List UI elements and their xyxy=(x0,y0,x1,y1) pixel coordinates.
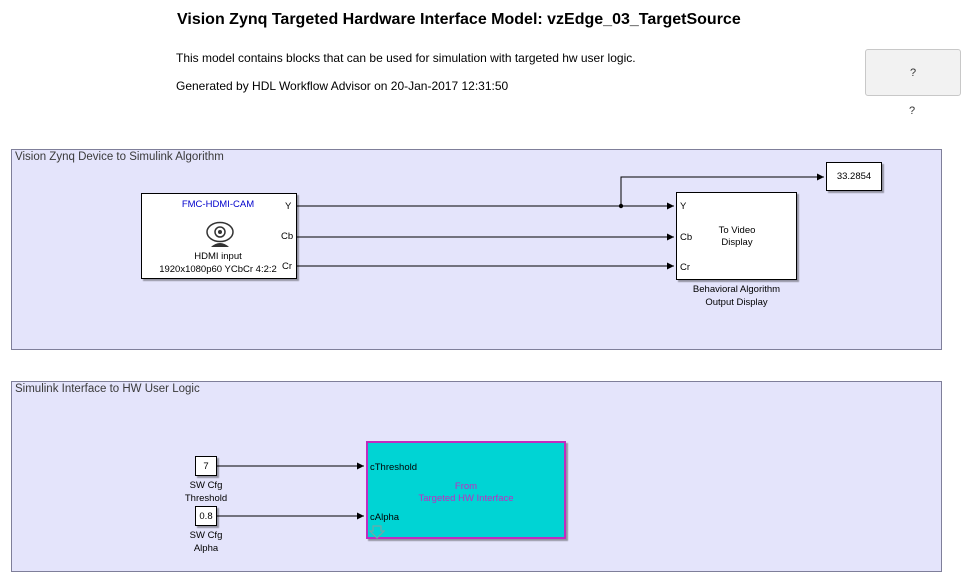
down-arrow-icon xyxy=(369,525,385,539)
input-port-cr: Cr xyxy=(680,262,691,273)
threshold-constant-block[interactable]: 7 xyxy=(195,456,217,476)
video-display-block[interactable]: Y Cb Cr To Video Display xyxy=(676,192,797,280)
threshold-value: 7 xyxy=(203,460,209,472)
output-port-cb: Cb xyxy=(281,231,294,242)
alpha-constant-block[interactable]: 0.8 xyxy=(195,506,217,526)
input-port-cthreshold: cThreshold xyxy=(370,462,417,473)
display-label-line2: Display xyxy=(721,237,753,248)
source-block-name: FMC-HDMI-CAM xyxy=(181,199,255,210)
input-port-calpha: cAlpha xyxy=(370,512,400,523)
display-caption-line2: Output Display xyxy=(705,297,768,308)
input-port-cb: Cb xyxy=(680,232,693,243)
alpha-caption-line2: Alpha xyxy=(193,543,219,554)
alpha-caption-line1: SW Cfg xyxy=(189,530,223,541)
threshold-caption-line2: Threshold xyxy=(184,493,228,504)
alpha-value: 0.8 xyxy=(199,510,213,522)
camera-icon xyxy=(206,221,234,247)
display-label-line1: To Video xyxy=(718,225,756,236)
threshold-caption-line1: SW Cfg xyxy=(189,480,223,491)
targeted-hw-interface-block[interactable]: cThreshold cAlpha From Targeted HW Inter… xyxy=(366,441,566,539)
hdmi-source-block[interactable]: FMC-HDMI-CAM HDMI input 1920x1080p60 YCb… xyxy=(141,193,297,279)
scope-display-block[interactable]: 33.2854 xyxy=(826,162,882,191)
output-port-y: Y xyxy=(285,201,292,212)
output-port-cr: Cr xyxy=(282,261,293,272)
hw-label-line2: Targeted HW Interface xyxy=(418,493,514,504)
display-caption-line1: Behavioral Algorithm xyxy=(692,284,781,295)
input-port-y: Y xyxy=(680,201,687,212)
source-caption-line2: 1920x1080p60 YCbCr 4:2:2 xyxy=(159,264,277,275)
hw-label-line1: From xyxy=(454,481,478,492)
branch-point xyxy=(618,203,624,209)
scope-value: 33.2854 xyxy=(836,171,872,182)
source-caption-line1: HDMI input xyxy=(194,251,242,262)
